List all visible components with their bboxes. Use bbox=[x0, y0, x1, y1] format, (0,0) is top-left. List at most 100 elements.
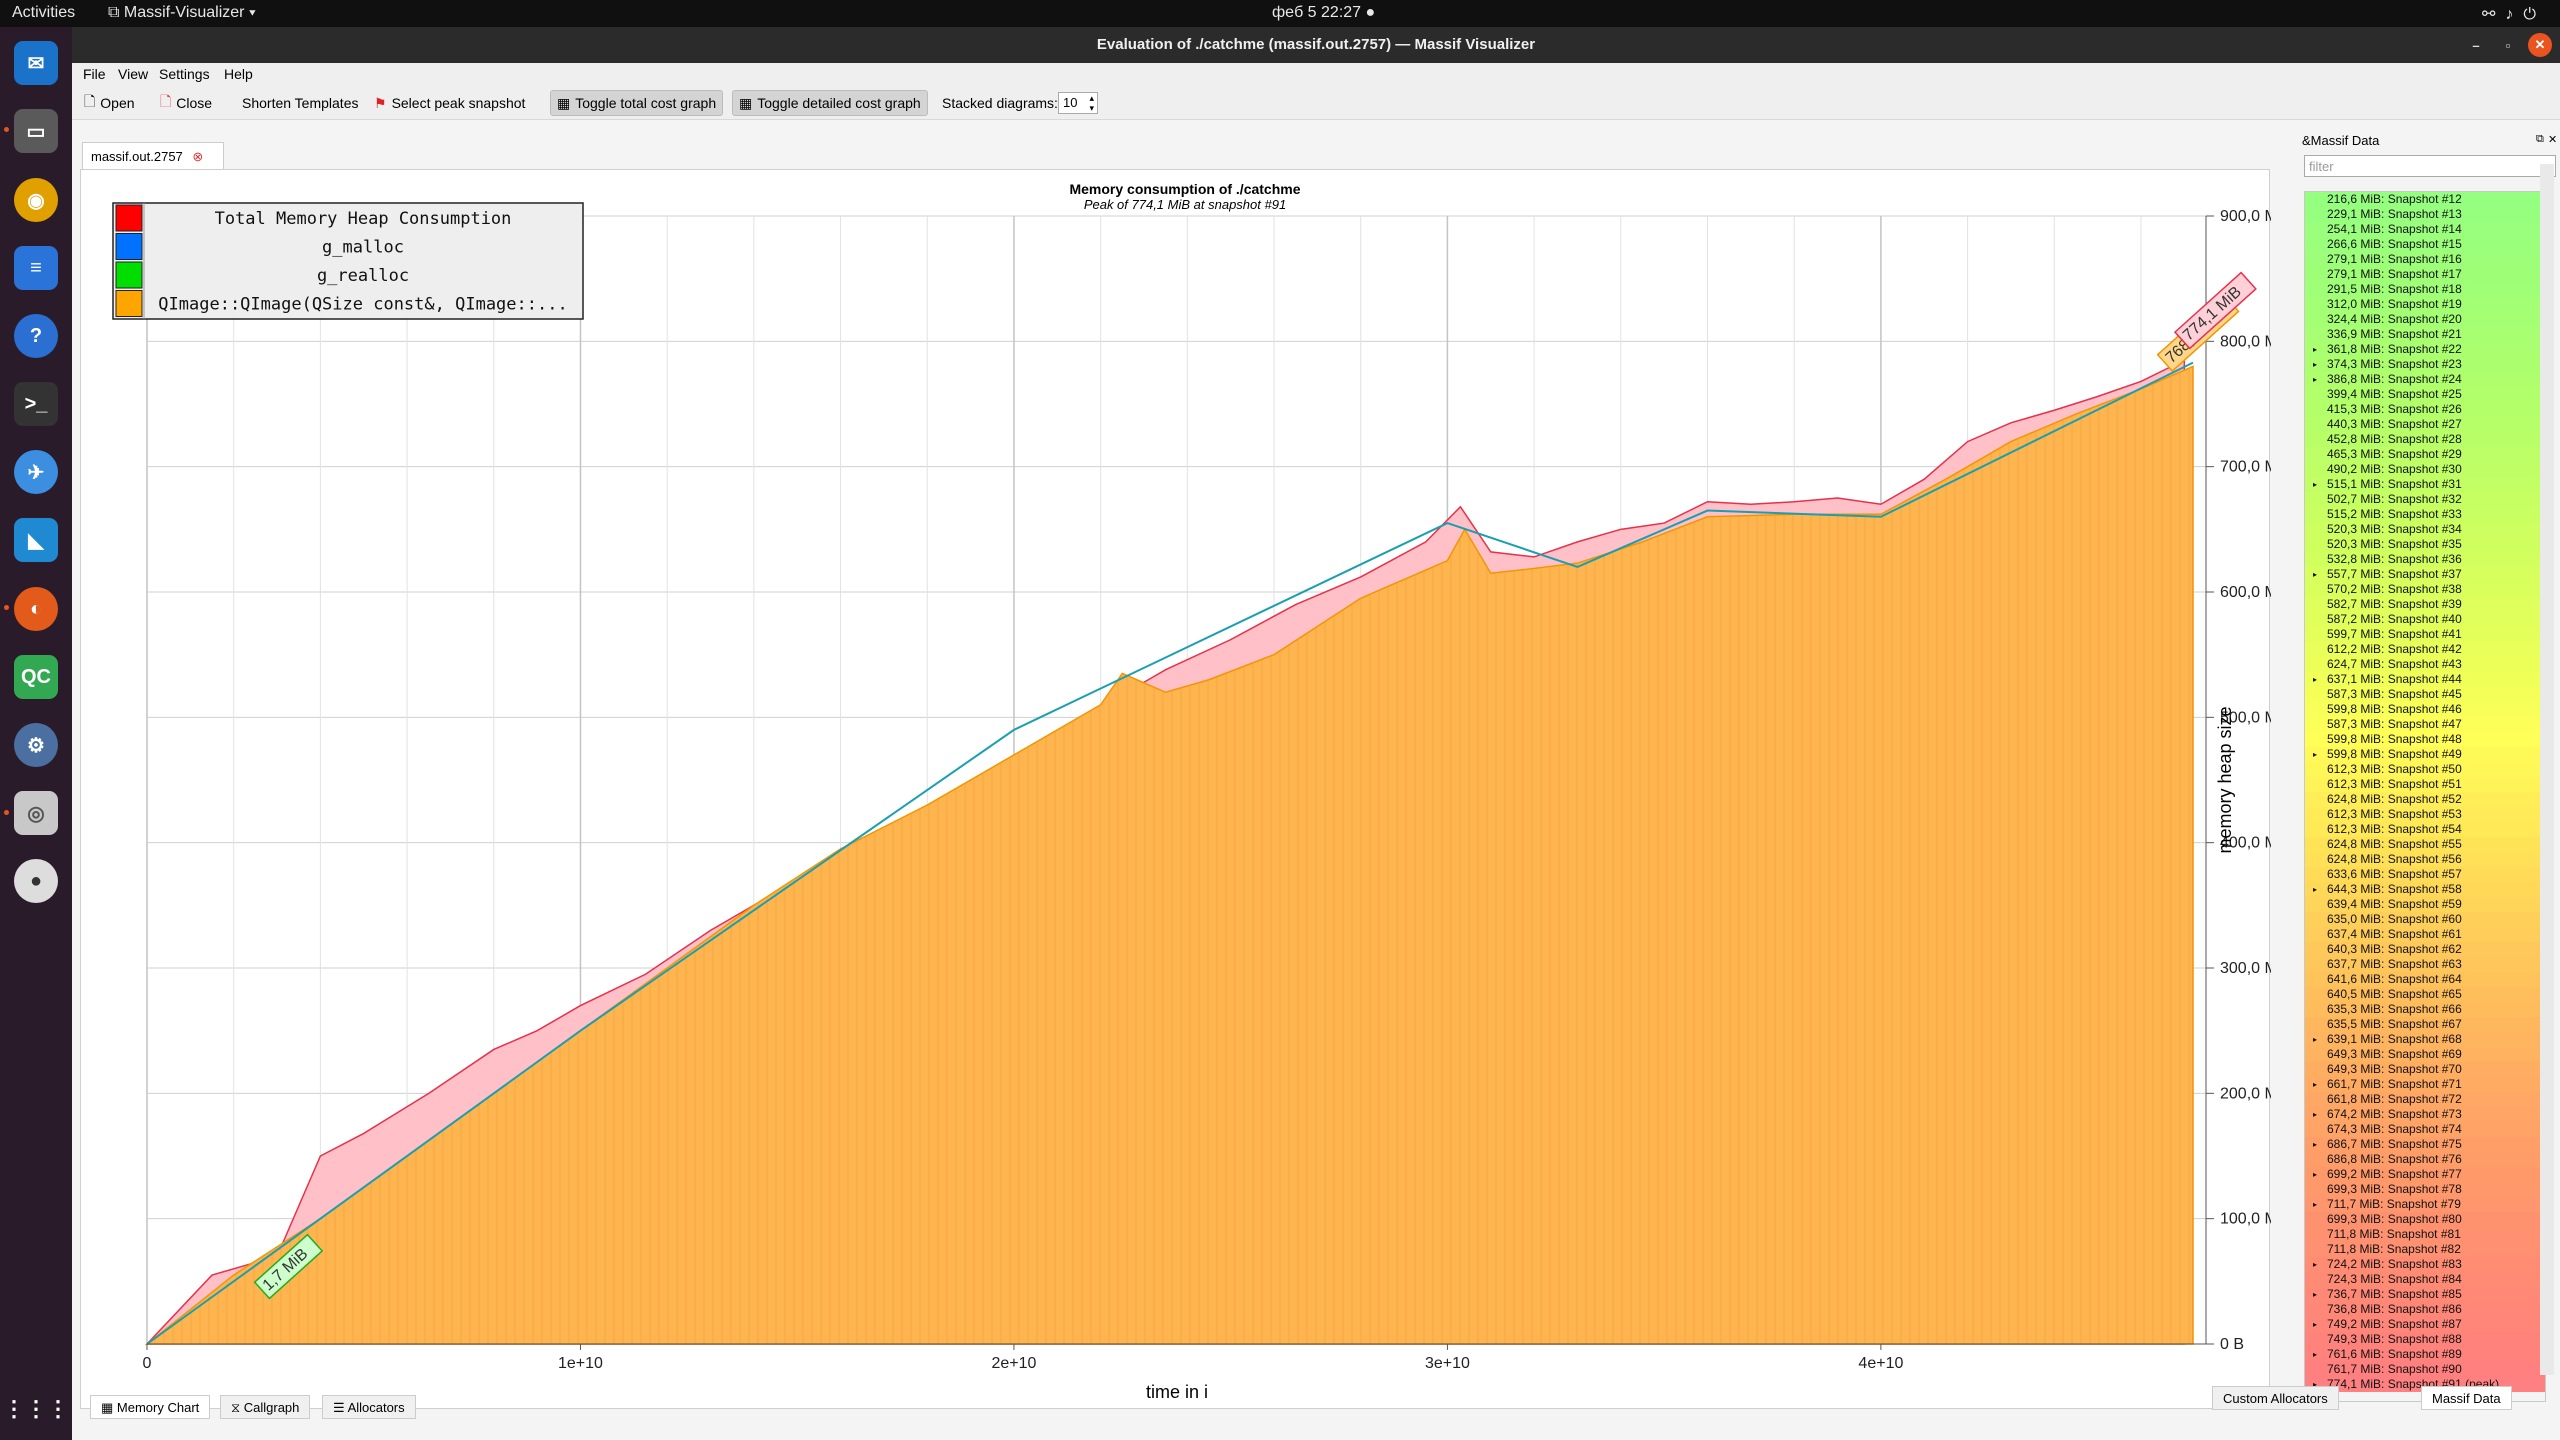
filter-input[interactable]: filter bbox=[2304, 155, 2556, 177]
snapshot-row[interactable]: 291,5 MiB: Snapshot #18 bbox=[2305, 282, 2545, 297]
expand-arrow-icon[interactable]: ▸ bbox=[2313, 747, 2317, 762]
expand-arrow-icon[interactable]: ▸ bbox=[2313, 1032, 2317, 1047]
snapshot-row[interactable]: 612,3 MiB: Snapshot #50 bbox=[2305, 762, 2545, 777]
snapshot-row[interactable]: ▸ 637,1 MiB: Snapshot #44 bbox=[2305, 672, 2545, 687]
expand-arrow-icon[interactable]: ▸ bbox=[2313, 477, 2317, 492]
snapshot-row[interactable]: 520,3 MiB: Snapshot #35 bbox=[2305, 537, 2545, 552]
snapshot-row[interactable]: ▸ 515,1 MiB: Snapshot #31 bbox=[2305, 477, 2545, 492]
snapshot-row[interactable]: 515,2 MiB: Snapshot #33 bbox=[2305, 507, 2545, 522]
snapshot-row[interactable]: 637,7 MiB: Snapshot #63 bbox=[2305, 957, 2545, 972]
expand-arrow-icon[interactable]: ▸ bbox=[2313, 672, 2317, 687]
snapshot-row[interactable]: 520,3 MiB: Snapshot #34 bbox=[2305, 522, 2545, 537]
expand-arrow-icon[interactable]: ▸ bbox=[2313, 1197, 2317, 1212]
expand-arrow-icon[interactable]: ▸ bbox=[2313, 342, 2317, 357]
shorten-templates-button[interactable]: Shorten Templates bbox=[236, 90, 364, 116]
document-tab[interactable]: massif.out.2757 ⊗ bbox=[82, 142, 224, 170]
menu-help[interactable]: Help bbox=[224, 66, 253, 82]
app-menu[interactable]: ⧉ Massif-Visualizer ▾ bbox=[108, 4, 256, 22]
toggle-total-cost-button[interactable]: ▦ Toggle total cost graph bbox=[550, 90, 724, 116]
snapshot-row[interactable]: 633,6 MiB: Snapshot #57 bbox=[2305, 867, 2545, 882]
snapshot-row[interactable]: 612,3 MiB: Snapshot #54 bbox=[2305, 822, 2545, 837]
thunderbird-icon[interactable]: ✉ bbox=[14, 41, 58, 85]
snapshot-row[interactable]: 635,5 MiB: Snapshot #67 bbox=[2305, 1017, 2545, 1032]
stacked-diagrams-spinbox[interactable]: 10 ▴ ▾ bbox=[1058, 92, 1098, 114]
expand-arrow-icon[interactable]: ▸ bbox=[2313, 882, 2317, 897]
dvd-icon[interactable]: ● bbox=[14, 859, 58, 903]
snapshot-list-scrollbar[interactable] bbox=[2540, 164, 2554, 1375]
expand-arrow-icon[interactable]: ▸ bbox=[2313, 1137, 2317, 1152]
expand-arrow-icon[interactable]: ▸ bbox=[2313, 1107, 2317, 1122]
writer-icon[interactable]: ≡ bbox=[14, 246, 58, 290]
panel-close-icon[interactable]: ✕ bbox=[2548, 133, 2557, 146]
snapshot-row[interactable]: 641,6 MiB: Snapshot #64 bbox=[2305, 972, 2545, 987]
snapshot-row[interactable]: ▸ 761,6 MiB: Snapshot #89 bbox=[2305, 1347, 2545, 1362]
menu-file[interactable]: File bbox=[83, 66, 106, 82]
snapshot-row[interactable]: ▸ 661,7 MiB: Snapshot #71 bbox=[2305, 1077, 2545, 1092]
expand-arrow-icon[interactable]: ▸ bbox=[2313, 567, 2317, 582]
tab-allocators[interactable]: ☰ Allocators bbox=[322, 1395, 416, 1419]
select-peak-button[interactable]: ⚑ Select peak snapshot bbox=[368, 90, 531, 116]
app-grid-icon[interactable]: ⋮⋮⋮ bbox=[3, 1387, 69, 1431]
snapshot-row[interactable]: ▸ 644,3 MiB: Snapshot #58 bbox=[2305, 882, 2545, 897]
rhythmbox-icon[interactable]: ◉ bbox=[14, 178, 58, 222]
snapshot-row[interactable]: 599,8 MiB: Snapshot #48 bbox=[2305, 732, 2545, 747]
snapshot-row[interactable]: 490,2 MiB: Snapshot #30 bbox=[2305, 462, 2545, 477]
snapshot-row[interactable]: 216,6 MiB: Snapshot #12 bbox=[2305, 192, 2545, 207]
snapshot-row[interactable]: ▸ 674,2 MiB: Snapshot #73 bbox=[2305, 1107, 2545, 1122]
qtcreator-icon[interactable]: QC bbox=[14, 655, 58, 699]
expand-arrow-icon[interactable]: ▸ bbox=[2313, 1257, 2317, 1272]
massif-visualizer-icon[interactable]: ◎ bbox=[14, 791, 58, 835]
terminal-icon[interactable]: >_ bbox=[14, 382, 58, 426]
snapshot-row[interactable]: 624,8 MiB: Snapshot #52 bbox=[2305, 792, 2545, 807]
snapshot-row[interactable]: 649,3 MiB: Snapshot #70 bbox=[2305, 1062, 2545, 1077]
close-button[interactable]: 🗋 Close bbox=[154, 90, 218, 116]
snapshot-row[interactable]: 612,3 MiB: Snapshot #51 bbox=[2305, 777, 2545, 792]
snapshot-row[interactable]: 279,1 MiB: Snapshot #16 bbox=[2305, 252, 2545, 267]
snapshot-row[interactable]: 699,3 MiB: Snapshot #80 bbox=[2305, 1212, 2545, 1227]
snapshot-row[interactable]: ▸ 736,7 MiB: Snapshot #85 bbox=[2305, 1287, 2545, 1302]
snapshot-row[interactable]: ▸ 361,8 MiB: Snapshot #22 bbox=[2305, 342, 2545, 357]
snapshot-row[interactable]: 502,7 MiB: Snapshot #32 bbox=[2305, 492, 2545, 507]
snapshot-row[interactable]: 736,8 MiB: Snapshot #86 bbox=[2305, 1302, 2545, 1317]
snapshot-row[interactable]: 624,8 MiB: Snapshot #56 bbox=[2305, 852, 2545, 867]
snapshot-row[interactable]: ▸ 749,2 MiB: Snapshot #87 bbox=[2305, 1317, 2545, 1332]
snapshot-row[interactable]: 570,2 MiB: Snapshot #38 bbox=[2305, 582, 2545, 597]
expand-arrow-icon[interactable]: ▸ bbox=[2313, 1167, 2317, 1182]
snapshot-row[interactable]: 279,1 MiB: Snapshot #17 bbox=[2305, 267, 2545, 282]
snapshot-row[interactable]: 624,8 MiB: Snapshot #55 bbox=[2305, 837, 2545, 852]
snapshot-row[interactable]: 312,0 MiB: Snapshot #19 bbox=[2305, 297, 2545, 312]
snapshot-row[interactable]: 582,7 MiB: Snapshot #39 bbox=[2305, 597, 2545, 612]
snapshot-row[interactable]: 266,6 MiB: Snapshot #15 bbox=[2305, 237, 2545, 252]
help-icon[interactable]: ? bbox=[14, 314, 58, 358]
settings-icon[interactable]: ⚙ bbox=[14, 723, 58, 767]
close-tab-icon[interactable]: ⊗ bbox=[192, 149, 203, 164]
snapshot-row[interactable]: 612,3 MiB: Snapshot #53 bbox=[2305, 807, 2545, 822]
system-tray[interactable]: ⚯♪⏻ bbox=[2482, 4, 2546, 24]
snapshot-row[interactable]: 686,8 MiB: Snapshot #76 bbox=[2305, 1152, 2545, 1167]
expand-arrow-icon[interactable]: ▸ bbox=[2313, 1347, 2317, 1362]
snapshot-list[interactable]: 216,6 MiB: Snapshot #12 229,1 MiB: Snapsh… bbox=[2304, 191, 2546, 1402]
tab-massif-data[interactable]: Massif Data bbox=[2421, 1386, 2512, 1410]
snapshot-row[interactable]: ▸ 599,8 MiB: Snapshot #49 bbox=[2305, 747, 2545, 762]
snapshot-row[interactable]: 649,3 MiB: Snapshot #69 bbox=[2305, 1047, 2545, 1062]
open-button[interactable]: 🗋 Open bbox=[78, 90, 141, 116]
snapshot-row[interactable]: ▸ 711,7 MiB: Snapshot #79 bbox=[2305, 1197, 2545, 1212]
snapshot-row[interactable]: 587,2 MiB: Snapshot #40 bbox=[2305, 612, 2545, 627]
tab-memory-chart[interactable]: ▦ Memory Chart bbox=[90, 1395, 211, 1419]
snapshot-row[interactable]: 639,4 MiB: Snapshot #59 bbox=[2305, 897, 2545, 912]
snapshot-row[interactable]: 229,1 MiB: Snapshot #13 bbox=[2305, 207, 2545, 222]
menu-view[interactable]: View bbox=[118, 66, 148, 82]
snapshot-row[interactable]: 749,3 MiB: Snapshot #88 bbox=[2305, 1332, 2545, 1347]
snapshot-row[interactable]: ▸ 686,7 MiB: Snapshot #75 bbox=[2305, 1137, 2545, 1152]
snapshot-row[interactable]: 599,8 MiB: Snapshot #46 bbox=[2305, 702, 2545, 717]
tab-callgraph[interactable]: ⧖ Callgraph bbox=[220, 1395, 311, 1419]
snapshot-row[interactable]: 635,0 MiB: Snapshot #60 bbox=[2305, 912, 2545, 927]
snapshot-row[interactable]: 452,8 MiB: Snapshot #28 bbox=[2305, 432, 2545, 447]
snapshot-row[interactable]: ▸ 639,1 MiB: Snapshot #68 bbox=[2305, 1032, 2545, 1047]
snapshot-row[interactable]: 661,8 MiB: Snapshot #72 bbox=[2305, 1092, 2545, 1107]
snapshot-row[interactable]: 254,1 MiB: Snapshot #14 bbox=[2305, 222, 2545, 237]
snapshot-row[interactable]: 724,3 MiB: Snapshot #84 bbox=[2305, 1272, 2545, 1287]
spin-arrows-icon[interactable]: ▴ ▾ bbox=[1089, 93, 1094, 113]
snapshot-row[interactable]: ▸ 386,8 MiB: Snapshot #24 bbox=[2305, 372, 2545, 387]
maximize-button[interactable]: ▫ bbox=[2496, 33, 2520, 57]
